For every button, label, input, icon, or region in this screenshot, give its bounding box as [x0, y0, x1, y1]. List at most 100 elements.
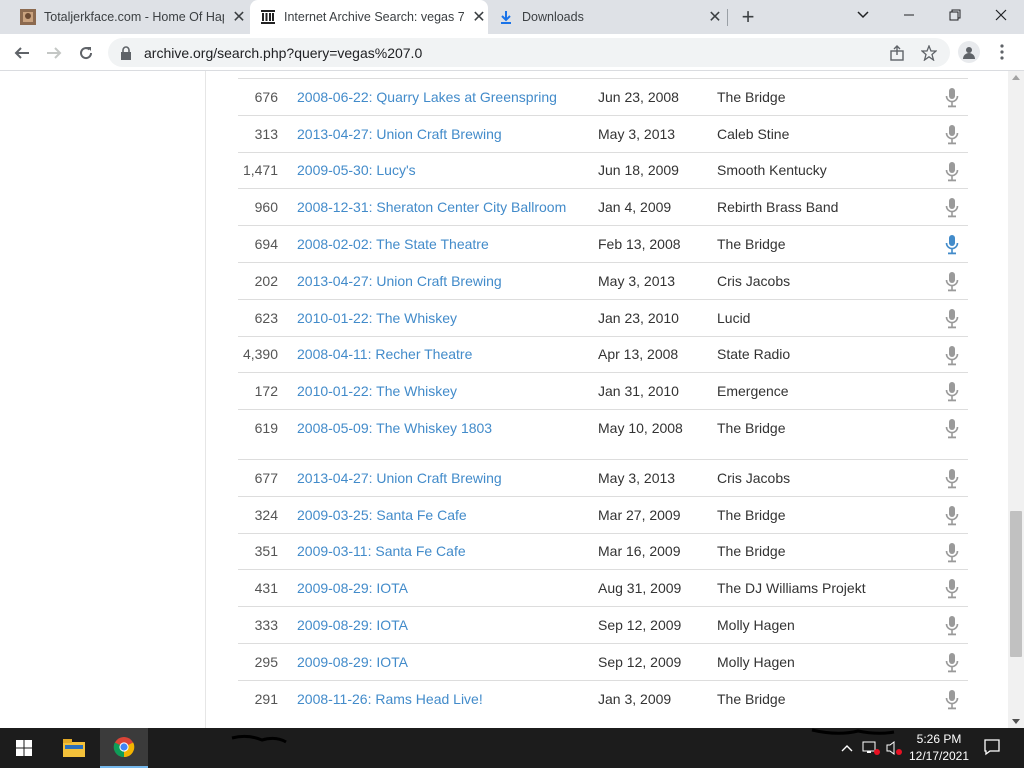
forward-icon[interactable]	[40, 39, 68, 67]
audio-mic-icon[interactable]	[944, 345, 960, 367]
result-title-link[interactable]: 2009-03-25: Santa Fe Cafe	[297, 507, 467, 523]
result-title-link[interactable]: 2008-06-22: Quarry Lakes at Greenspring	[297, 89, 557, 105]
audio-mic-icon[interactable]	[944, 87, 960, 109]
published-date: Jan 4, 2009	[598, 199, 672, 216]
audio-mic-icon[interactable]	[944, 161, 960, 183]
artist-name: Caleb Stine	[717, 125, 790, 142]
audio-mic-icon[interactable]	[944, 505, 960, 527]
audio-mic-icon[interactable]	[944, 308, 960, 330]
result-title-link[interactable]: 2013-04-27: Union Craft Brewing	[297, 470, 502, 486]
result-title-link[interactable]: 2009-08-29: IOTA	[297, 654, 408, 670]
windows-start-icon[interactable]	[0, 728, 48, 768]
profile-avatar-icon[interactable]	[958, 41, 980, 63]
result-title-link[interactable]: 2013-04-27: Union Craft Brewing	[297, 126, 502, 142]
tab-internet-archive[interactable]: Internet Archive Search: vegas 7.0 ✕	[250, 0, 488, 34]
result-title-link[interactable]: 2010-01-22: The Whiskey	[297, 383, 457, 399]
audio-mic-icon[interactable]	[944, 468, 960, 490]
published-date: Mar 16, 2009	[598, 543, 681, 560]
audio-mic-icon[interactable]	[944, 542, 960, 564]
published-date: Mar 27, 2009	[598, 506, 681, 523]
close-icon[interactable]	[978, 0, 1024, 30]
artist-name: Cris Jacobs	[717, 272, 791, 289]
network-icon[interactable]	[860, 728, 882, 768]
lock-icon[interactable]	[120, 45, 134, 60]
clock-time: 5:26 PM	[916, 732, 962, 746]
windows-taskbar: 5:26 PM 12/17/2021	[0, 728, 1024, 768]
result-title-link[interactable]: 2013-04-27: Union Craft Brewing	[297, 273, 502, 289]
tab-search-icon[interactable]	[840, 0, 886, 30]
tab-close-icon[interactable]: ✕	[706, 8, 724, 26]
result-row: 202 2013-04-27: Union Craft Brewing May 3,…	[238, 261, 968, 299]
menu-kebab-icon[interactable]	[993, 41, 1011, 63]
result-title-link[interactable]: 2008-11-26: Rams Head Live!	[297, 691, 483, 707]
audio-mic-icon[interactable]	[944, 689, 960, 711]
scroll-down-arrow-icon[interactable]	[1012, 719, 1020, 724]
published-date: Sep 12, 2009	[598, 617, 682, 634]
scroll-thumb[interactable]	[1010, 511, 1022, 657]
site-thumbnail-icon	[20, 9, 36, 25]
notification-center-icon[interactable]	[983, 738, 1001, 756]
view-count: 623	[254, 309, 278, 326]
published-date: Jan 31, 2010	[598, 383, 679, 400]
result-title-link[interactable]: 2008-05-09: The Whiskey 1803	[297, 420, 492, 436]
result-row: 172 2010-01-22: The Whiskey Jan 31, 2010 Em…	[238, 372, 968, 409]
file-explorer-icon[interactable]	[52, 728, 96, 768]
scroll-up-arrow-icon[interactable]	[1012, 75, 1020, 80]
published-date: Jun 18, 2009	[598, 162, 679, 179]
published-date: Jan 3, 2009	[598, 690, 672, 707]
view-count: 676	[254, 88, 278, 105]
new-tab-button[interactable]: +	[736, 4, 760, 29]
view-count: 694	[254, 236, 278, 253]
audio-mic-icon[interactable]	[944, 271, 960, 293]
result-title-link[interactable]: 2009-08-29: IOTA	[297, 617, 408, 633]
published-date: Aug 31, 2009	[598, 580, 682, 597]
audio-mic-icon[interactable]	[944, 381, 960, 403]
vertical-scrollbar[interactable]	[1008, 71, 1024, 728]
reload-icon[interactable]	[72, 39, 100, 67]
restore-icon[interactable]	[932, 0, 978, 30]
audio-mic-icon[interactable]	[944, 234, 960, 256]
address-bar[interactable]: archive.org/search.php?query=vegas%207.0	[108, 38, 950, 67]
tab-totaljerkface[interactable]: Totaljerkface.com - Home Of Happy Wheels…	[14, 0, 248, 34]
sidebar-divider	[205, 71, 206, 728]
result-title-link[interactable]: 2010-01-22: The Whiskey	[297, 310, 457, 326]
minimize-icon[interactable]	[886, 0, 932, 30]
view-count: 291	[254, 690, 278, 707]
result-title-link[interactable]: 2008-12-31: Sheraton Center City Ballroo…	[297, 199, 566, 215]
result-title-link[interactable]: 2008-04-11: Recher Theatre	[297, 346, 472, 362]
view-count: 1,471	[242, 162, 278, 179]
browser-toolbar: archive.org/search.php?query=vegas%207.0	[0, 34, 1024, 71]
audio-mic-icon[interactable]	[944, 578, 960, 600]
taskbar-clock[interactable]: 5:26 PM 12/17/2021	[904, 731, 974, 765]
tab-downloads[interactable]: Downloads ✕	[492, 0, 724, 34]
artist-name: Cris Jacobs	[717, 469, 791, 486]
artist-name: The Bridge	[717, 543, 786, 560]
result-title-link[interactable]: 2009-08-29: IOTA	[297, 580, 408, 596]
tab-close-icon[interactable]: ✕	[470, 8, 488, 26]
result-row: 431 2009-08-29: IOTA Aug 31, 2009 The DJ Wi…	[238, 569, 968, 606]
tab-close-icon[interactable]: ✕	[230, 8, 248, 26]
view-count: 960	[254, 199, 278, 216]
artist-name: Smooth Kentucky	[717, 162, 827, 179]
result-title-link[interactable]: 2009-05-30: Lucy's	[297, 162, 416, 178]
tray-chevron-icon[interactable]	[838, 728, 856, 768]
back-icon[interactable]	[8, 39, 36, 67]
view-count: 202	[254, 272, 278, 289]
audio-mic-icon[interactable]	[944, 418, 960, 440]
archive-pillars-icon	[260, 9, 276, 25]
published-date: Jun 23, 2008	[598, 88, 679, 105]
volume-muted-icon[interactable]	[884, 728, 904, 768]
artist-name: Lucid	[717, 309, 751, 326]
audio-mic-icon[interactable]	[944, 615, 960, 637]
bookmark-star-icon[interactable]	[920, 44, 938, 62]
audio-mic-icon[interactable]	[944, 124, 960, 146]
audio-mic-icon[interactable]	[944, 652, 960, 674]
chrome-icon[interactable]	[100, 728, 148, 768]
artist-name: Molly Hagen	[717, 653, 795, 670]
view-count: 4,390	[242, 346, 278, 363]
result-title-link[interactable]: 2008-02-02: The State Theatre	[297, 236, 489, 252]
audio-mic-icon[interactable]	[944, 197, 960, 219]
share-icon[interactable]	[888, 44, 906, 62]
artist-name: The Bridge	[717, 88, 786, 105]
result-title-link[interactable]: 2009-03-11: Santa Fe Cafe	[297, 543, 466, 559]
